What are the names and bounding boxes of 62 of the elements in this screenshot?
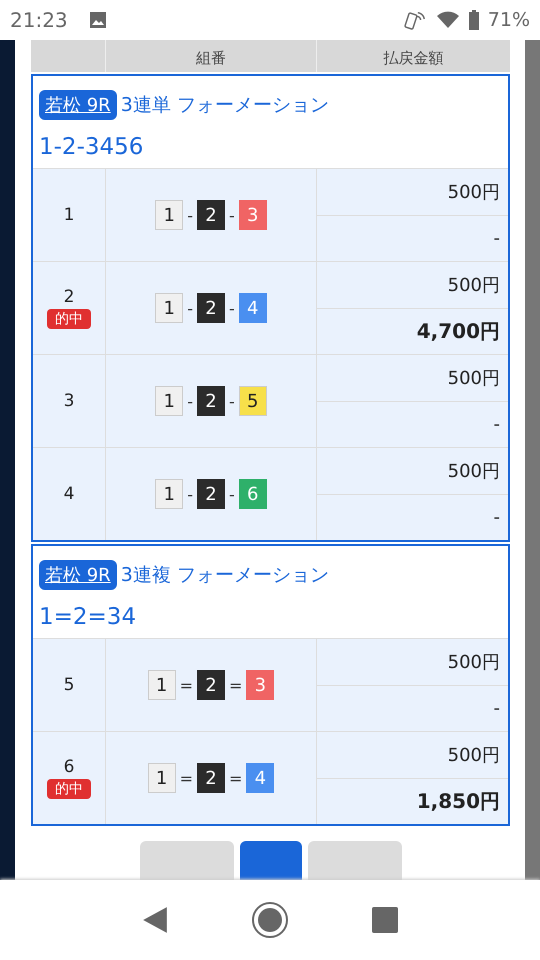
stake-cell-text: 500円: [446, 366, 501, 391]
boat-number: 5: [238, 386, 267, 416]
separator-text: -: [187, 484, 193, 504]
row-number: 3: [64, 391, 74, 411]
clock-time: 21:23: [10, 8, 68, 32]
payout-cell: 1,850円: [317, 778, 508, 824]
boat-number: 1: [155, 293, 184, 323]
boat-number: 1: [148, 670, 176, 700]
venue-link[interactable]: 若松 9R: [39, 90, 117, 120]
separator-text: -: [229, 298, 235, 318]
stake-cell-text: 500円: [446, 460, 501, 484]
stake-cell-text: 500円: [446, 650, 501, 675]
home-icon[interactable]: [250, 901, 289, 939]
separator-text: =: [229, 676, 242, 694]
boat-number: 2: [197, 479, 225, 509]
column-header: 組番: [105, 40, 316, 72]
bet-type: 3連単 フォーメーション: [120, 93, 329, 118]
separator-text: -: [229, 484, 235, 504]
separator-text: -: [229, 392, 235, 410]
boat-number: 3: [238, 200, 267, 230]
row-number: 6: [64, 757, 74, 777]
recent-apps-icon[interactable]: [372, 907, 398, 933]
formation-text: 1-2-3456: [39, 134, 144, 160]
battery-percentage: 71%: [488, 9, 530, 31]
payout-cell: -: [317, 494, 508, 540]
boat-number: 1: [155, 479, 184, 509]
row-number: 1: [64, 205, 74, 225]
hit-badge: 的中: [47, 779, 91, 799]
boat-number: 2: [197, 293, 225, 323]
formation-text: 1=2=34: [39, 604, 138, 630]
stake-cell-text: 500円: [446, 180, 501, 205]
boat-number: 4: [246, 763, 274, 793]
boat-number: 2: [197, 670, 225, 700]
boat-number: 3: [246, 670, 274, 700]
stake-cell-text: 500円: [446, 744, 501, 768]
boat-number: 1: [148, 763, 176, 793]
phone-signal-icon: [404, 9, 428, 31]
separator-text: -: [187, 298, 193, 318]
back-icon[interactable]: [142, 906, 168, 934]
boat-number: 6: [238, 479, 267, 509]
row-number: 5: [64, 675, 74, 695]
separator-text: -: [187, 392, 193, 410]
row-number: 4: [64, 484, 74, 504]
row-number: 2: [64, 287, 74, 307]
boat-number: 1: [155, 386, 184, 416]
separator-text: =: [180, 768, 193, 788]
boat-number: 4: [238, 293, 267, 323]
stake-cell-text: 500円: [446, 274, 501, 298]
bet-type: 3連複 フォーメーション: [120, 563, 329, 588]
boat-number: 1: [155, 200, 184, 230]
venue-link[interactable]: 若松 9R: [39, 560, 117, 590]
boat-number: 2: [197, 386, 225, 416]
image-icon: [88, 10, 108, 30]
hit-badge: 的中: [47, 309, 91, 329]
boat-number: 2: [197, 200, 225, 230]
column-header: 払戻金額: [316, 40, 510, 72]
battery-icon: [468, 9, 480, 31]
separator-text: =: [180, 676, 193, 694]
separator-text: -: [187, 206, 193, 224]
boat-number: 2: [197, 763, 225, 793]
separator-text: =: [229, 768, 242, 788]
separator-text: -: [229, 206, 235, 224]
